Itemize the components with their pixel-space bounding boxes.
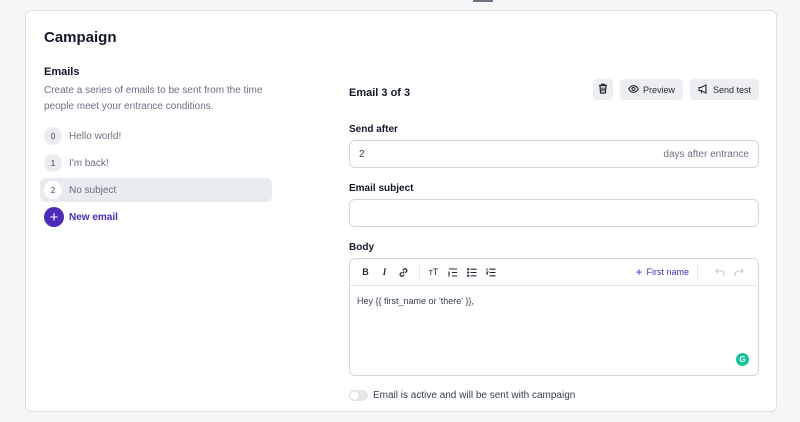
undo-redo-group — [712, 264, 750, 281]
toolbar-divider — [419, 265, 420, 279]
insert-first-name-label: First name — [646, 267, 689, 277]
eye-icon — [628, 84, 643, 95]
emails-heading: Emails — [44, 66, 80, 78]
send-after-input[interactable]: 2 days after entrance — [349, 140, 759, 168]
email-list: 0 Hello world! 1 I'm back! 2 No subject — [40, 124, 272, 205]
undo-icon[interactable] — [712, 264, 727, 281]
email-item-label: Hello world! — [69, 130, 122, 142]
text-size-button[interactable]: тT — [426, 264, 441, 281]
send-test-label: Send test — [712, 84, 751, 95]
redo-icon[interactable] — [731, 264, 746, 281]
email-list-item-2[interactable]: 2 No subject — [40, 178, 272, 202]
campaign-card: Campaign Emails Create a series of email… — [25, 10, 777, 412]
quote-icon[interactable] — [445, 264, 460, 281]
delete-email-button[interactable] — [592, 79, 613, 100]
grammarly-icon[interactable]: G — [736, 353, 749, 366]
plus-icon: + — [635, 265, 643, 279]
email-list-item-1[interactable]: 1 I'm back! — [40, 151, 272, 175]
body-label: Body — [349, 242, 374, 253]
body-editor: B I тT + First name Hey {{first_name or… — [349, 258, 759, 376]
preview-label: Preview — [642, 84, 675, 95]
email-actions: Preview Send test — [592, 79, 759, 100]
bold-button[interactable]: B — [358, 264, 373, 281]
emails-description: Create a series of emails to be sent fro… — [44, 85, 263, 112]
send-test-button[interactable]: Send test — [689, 79, 759, 100]
email-item-label: No subject — [69, 184, 117, 196]
body-content[interactable]: Hey {{ first_name or 'there' }}, — [350, 286, 758, 316]
email-number-badge: 1 — [44, 154, 62, 172]
send-after-value: 2 — [359, 148, 365, 160]
email-number-badge: 0 — [44, 127, 62, 145]
send-after-label: Send after — [349, 124, 398, 135]
editor-toolbar: B I тT + First name — [350, 259, 758, 286]
email-number-badge: 2 — [44, 181, 62, 199]
active-toggle[interactable] — [349, 390, 368, 401]
new-email-label: New email — [69, 211, 118, 223]
megaphone-icon — [698, 83, 713, 96]
active-toggle-label: Email is active and will be sent with ca… — [373, 390, 576, 401]
email-item-label: I'm back! — [69, 157, 109, 169]
email-counter: Email 3 of 3 — [349, 87, 411, 99]
link-icon[interactable] — [396, 264, 411, 281]
email-subject-label: Email subject — [349, 183, 414, 194]
insert-first-name-button[interactable]: + First name — [635, 266, 689, 278]
email-list-item-0[interactable]: 0 Hello world! — [40, 124, 272, 148]
italic-button[interactable]: I — [377, 264, 392, 281]
bullet-list-icon[interactable] — [464, 264, 479, 281]
plus-icon: + — [44, 207, 64, 227]
active-toggle-row: Email is active and will be sent with ca… — [349, 390, 575, 401]
page-title: Campaign — [44, 29, 117, 46]
toolbar-divider — [697, 265, 698, 279]
numbered-list-icon[interactable] — [483, 264, 498, 281]
trash-icon — [598, 83, 608, 96]
top-drag-handle[interactable] — [473, 0, 493, 2]
send-after-suffix: days after entrance — [663, 148, 749, 160]
preview-button[interactable]: Preview — [619, 79, 683, 100]
toggle-knob — [350, 391, 359, 400]
new-email-button[interactable]: + New email — [44, 207, 118, 227]
email-subject-input[interactable] — [349, 199, 759, 227]
